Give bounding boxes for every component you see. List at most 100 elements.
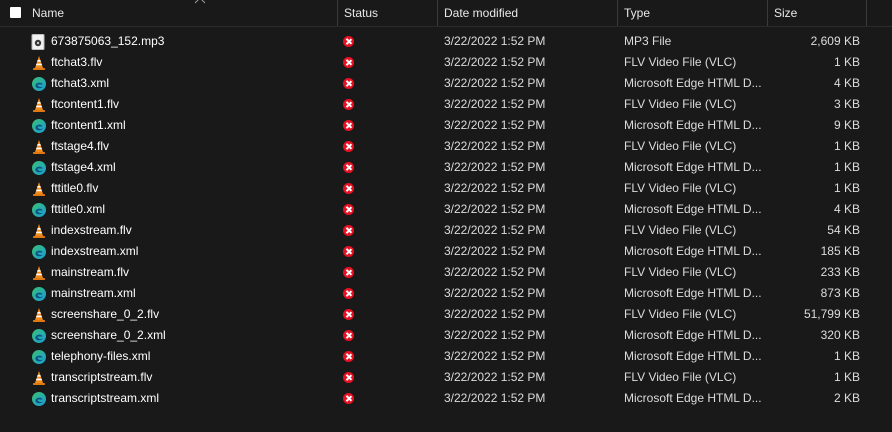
file-date-modified: 3/22/2022 1:52 PM — [444, 223, 546, 237]
file-row[interactable]: transcriptstream.flv 3/22/2022 1:52 PM F… — [0, 367, 892, 388]
file-size: 1 KB — [833, 55, 860, 69]
file-row[interactable]: screenshare_0_2.flv 3/22/2022 1:52 PM FL… — [0, 304, 892, 325]
file-type: FLV Video File (VLC) — [624, 265, 737, 279]
file-type: Microsoft Edge HTML D... — [624, 328, 762, 342]
column-header-name-label: Name — [32, 6, 65, 20]
file-row[interactable]: ftchat3.xml 3/22/2022 1:52 PM Microsoft … — [0, 73, 892, 94]
column-header-type-label: Type — [624, 6, 651, 20]
file-name: ftchat3.xml — [51, 76, 110, 90]
file-date-modified: 3/22/2022 1:52 PM — [444, 349, 546, 363]
file-name: ftcontent1.xml — [51, 118, 126, 132]
vlc-cone-icon — [31, 55, 47, 71]
file-type: FLV Video File (VLC) — [624, 223, 737, 237]
sync-error-icon — [343, 57, 355, 69]
column-header-size[interactable]: Size — [768, 0, 867, 26]
file-row[interactable]: ftstage4.xml 3/22/2022 1:52 PM Microsoft… — [0, 157, 892, 178]
file-row[interactable]: indexstream.flv 3/22/2022 1:52 PM FLV Vi… — [0, 220, 892, 241]
file-row[interactable]: 673875063_152.mp3 3/22/2022 1:52 PM MP3 … — [0, 31, 892, 52]
file-name: indexstream.flv — [51, 223, 132, 237]
file-name: ftstage4.xml — [51, 160, 116, 174]
file-date-modified: 3/22/2022 1:52 PM — [444, 391, 546, 405]
mp3-file-icon — [31, 34, 47, 50]
file-date-modified: 3/22/2022 1:52 PM — [444, 118, 546, 132]
sync-error-icon — [343, 309, 355, 321]
file-type: Microsoft Edge HTML D... — [624, 160, 762, 174]
file-type: FLV Video File (VLC) — [624, 181, 737, 195]
file-row[interactable]: transcriptstream.xml 3/22/2022 1:52 PM M… — [0, 388, 892, 409]
file-row[interactable]: ftstage4.flv 3/22/2022 1:52 PM FLV Video… — [0, 136, 892, 157]
file-name: ftchat3.flv — [51, 55, 103, 69]
sync-error-icon — [343, 288, 355, 300]
column-header-status-label: Status — [344, 6, 379, 20]
file-date-modified: 3/22/2022 1:52 PM — [444, 76, 546, 90]
file-name: 673875063_152.mp3 — [51, 34, 165, 48]
file-size: 9 KB — [833, 118, 860, 132]
sync-error-icon — [343, 225, 355, 237]
sync-error-icon — [343, 372, 355, 384]
vlc-cone-icon — [31, 265, 47, 281]
file-type: Microsoft Edge HTML D... — [624, 244, 762, 258]
file-size: 2,609 KB — [810, 34, 860, 48]
sync-error-icon — [343, 36, 355, 48]
file-date-modified: 3/22/2022 1:52 PM — [444, 97, 546, 111]
sync-error-icon — [343, 162, 355, 174]
file-row[interactable]: ftchat3.flv 3/22/2022 1:52 PM FLV Video … — [0, 52, 892, 73]
file-size: 1 KB — [833, 160, 860, 174]
file-date-modified: 3/22/2022 1:52 PM — [444, 55, 546, 69]
sort-ascending-icon — [194, 0, 206, 4]
file-type: MP3 File — [624, 34, 672, 48]
file-type: Microsoft Edge HTML D... — [624, 391, 762, 405]
file-row[interactable]: mainstream.xml 3/22/2022 1:52 PM Microso… — [0, 283, 892, 304]
column-header-type[interactable]: Type — [618, 0, 768, 26]
file-name: ftstage4.flv — [51, 139, 110, 153]
vlc-cone-icon — [31, 223, 47, 239]
file-type: Microsoft Edge HTML D... — [624, 76, 762, 90]
sync-error-icon — [343, 204, 355, 216]
file-size: 233 KB — [820, 265, 860, 279]
file-row[interactable]: mainstream.flv 3/22/2022 1:52 PM FLV Vid… — [0, 262, 892, 283]
edge-icon — [31, 76, 47, 92]
file-row[interactable]: screenshare_0_2.xml 3/22/2022 1:52 PM Mi… — [0, 325, 892, 346]
file-size: 320 KB — [820, 328, 860, 342]
sync-error-icon — [343, 141, 355, 153]
file-name: transcriptstream.xml — [51, 391, 160, 405]
file-date-modified: 3/22/2022 1:52 PM — [444, 34, 546, 48]
column-header-bar: Name Status Date modified Type Size — [0, 0, 892, 27]
column-header-status[interactable]: Status — [338, 0, 438, 26]
file-row[interactable]: ftcontent1.xml 3/22/2022 1:52 PM Microso… — [0, 115, 892, 136]
file-name: ftcontent1.flv — [51, 97, 120, 111]
sync-error-icon — [343, 267, 355, 279]
sync-error-icon — [343, 183, 355, 195]
select-all-checkbox[interactable] — [10, 7, 21, 18]
file-row[interactable]: fttitle0.xml 3/22/2022 1:52 PM Microsoft… — [0, 199, 892, 220]
edge-icon — [31, 244, 47, 260]
file-size: 3 KB — [833, 97, 860, 111]
file-row[interactable]: telephony-files.xml 3/22/2022 1:52 PM Mi… — [0, 346, 892, 367]
sync-error-icon — [343, 393, 355, 405]
edge-icon — [31, 202, 47, 218]
file-size: 185 KB — [820, 244, 860, 258]
column-header-date-modified[interactable]: Date modified — [438, 0, 618, 26]
file-type: Microsoft Edge HTML D... — [624, 349, 762, 363]
file-name: fttitle0.xml — [51, 202, 106, 216]
vlc-cone-icon — [31, 307, 47, 323]
file-type: Microsoft Edge HTML D... — [624, 118, 762, 132]
file-date-modified: 3/22/2022 1:52 PM — [444, 265, 546, 279]
file-row[interactable]: indexstream.xml 3/22/2022 1:52 PM Micros… — [0, 241, 892, 262]
edge-icon — [31, 328, 47, 344]
edge-icon — [31, 286, 47, 302]
file-row[interactable]: fttitle0.flv 3/22/2022 1:52 PM FLV Video… — [0, 178, 892, 199]
file-size: 1 KB — [833, 181, 860, 195]
file-size: 873 KB — [820, 286, 860, 300]
file-type: FLV Video File (VLC) — [624, 370, 737, 384]
file-size: 4 KB — [833, 76, 860, 90]
file-name: screenshare_0_2.flv — [51, 307, 160, 321]
file-type: FLV Video File (VLC) — [624, 97, 737, 111]
file-type: FLV Video File (VLC) — [624, 55, 737, 69]
file-name: transcriptstream.flv — [51, 370, 153, 384]
column-header-name[interactable]: Name — [26, 0, 338, 26]
column-header-date-label: Date modified — [444, 6, 519, 20]
file-row[interactable]: ftcontent1.flv 3/22/2022 1:52 PM FLV Vid… — [0, 94, 892, 115]
sync-error-icon — [343, 78, 355, 90]
file-date-modified: 3/22/2022 1:52 PM — [444, 202, 546, 216]
